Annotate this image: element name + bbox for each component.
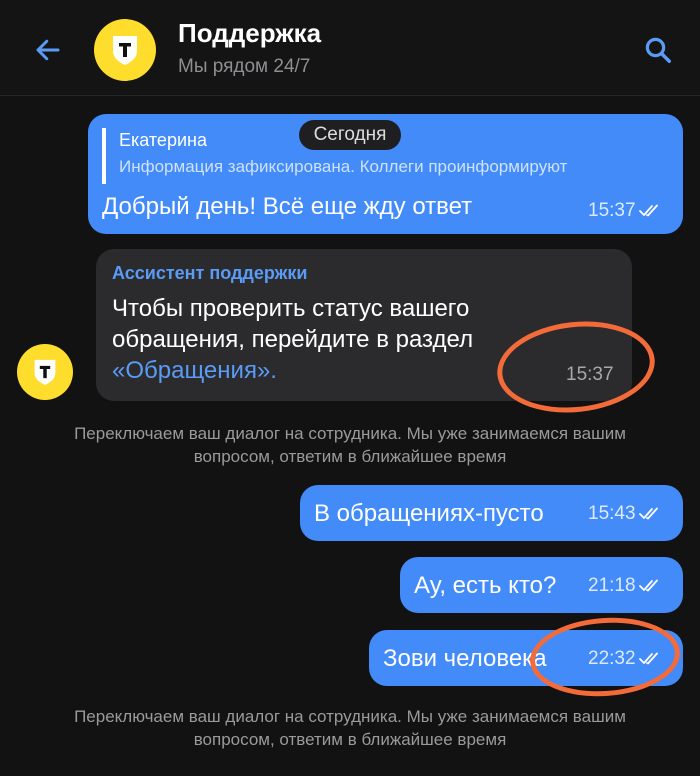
message-meta: 21:18: [588, 575, 661, 597]
outgoing-message[interactable]: Ау, есть кто? 21:18: [400, 557, 683, 613]
message-time: 22:32: [588, 648, 636, 669]
outgoing-message[interactable]: Зови человека 22:32: [369, 630, 683, 686]
shield-t-icon: [113, 36, 137, 65]
chat-header: Поддержка Мы рядом 24/7: [0, 0, 700, 96]
date-separator: Сегодня: [299, 120, 401, 150]
message-meta: 15:43: [588, 503, 661, 525]
outgoing-message[interactable]: В обращениях-пусто 15:43: [300, 485, 683, 541]
search-button[interactable]: [638, 30, 678, 70]
message-text: В обращениях-пусто: [314, 500, 544, 527]
message-time: 21:18: [588, 575, 636, 596]
message-meta: 15:37: [566, 364, 614, 386]
message-time: 15:43: [588, 503, 636, 524]
chat-subtitle: Мы рядом 24/7: [178, 56, 311, 77]
message-text: Добрый день! Всё еще жду ответ: [102, 193, 473, 220]
message-time: 15:37: [588, 200, 636, 221]
message-text: Чтобы проверить статус вашего обращения,…: [112, 293, 582, 387]
message-text: Ау, есть кто?: [414, 572, 557, 599]
requests-link[interactable]: «Обращения».: [112, 357, 277, 384]
message-meta: 22:32: [588, 648, 661, 670]
quote-text: Информация зафиксирована. Коллеги проинф…: [119, 157, 568, 176]
message-text: Зови человека: [383, 645, 547, 672]
chat-avatar[interactable]: [94, 19, 156, 81]
shield-t-icon: [34, 359, 56, 385]
search-icon: [645, 37, 671, 63]
bot-avatar[interactable]: [17, 344, 73, 400]
double-check-icon: [638, 204, 658, 217]
double-check-icon: [638, 579, 658, 592]
double-check-icon: [638, 652, 658, 665]
incoming-message[interactable]: Ассистент поддержки Чтобы проверить стат…: [96, 249, 632, 401]
system-message: Переключаем ваш диалог на сотрудника. Мы…: [74, 707, 626, 749]
back-button[interactable]: [28, 30, 68, 70]
arrow-left-icon: [36, 39, 60, 61]
message-time: 15:37: [566, 364, 614, 385]
message-sender: Ассистент поддержки: [112, 263, 308, 283]
double-check-icon: [638, 507, 658, 520]
message-body: Чтобы проверить статус вашего обращения,…: [112, 295, 474, 354]
system-message: Переключаем ваш диалог на сотрудника. Мы…: [74, 424, 626, 466]
message-meta: 15:37: [588, 200, 661, 222]
chat-title[interactable]: Поддержка: [178, 18, 321, 49]
